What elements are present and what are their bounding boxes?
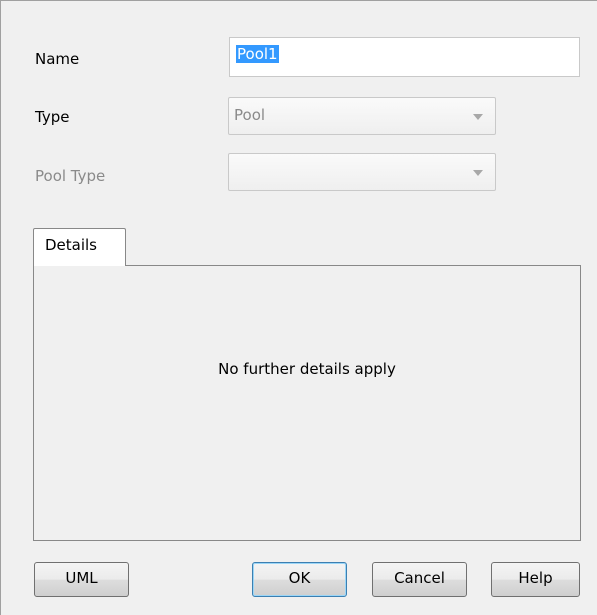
name-input-value: Pool1 <box>236 45 279 63</box>
chevron-down-icon <box>473 170 483 176</box>
chevron-down-icon <box>473 114 483 120</box>
name-label: Name <box>35 50 80 68</box>
pool-type-dropdown[interactable] <box>228 153 496 191</box>
name-input[interactable]: Pool1 <box>229 37 580 77</box>
pool-type-label: Pool Type <box>35 167 106 185</box>
ok-button[interactable]: OK <box>252 562 347 597</box>
details-panel: No further details apply <box>33 265 581 541</box>
tab-details-label: Details <box>45 236 98 254</box>
uml-button[interactable]: UML <box>34 562 129 597</box>
details-message: No further details apply <box>218 360 396 378</box>
type-dropdown-value: Pool <box>234 106 266 124</box>
help-button[interactable]: Help <box>491 562 580 597</box>
type-label: Type <box>35 108 70 126</box>
tab-details[interactable]: Details <box>33 228 126 266</box>
cancel-button[interactable]: Cancel <box>372 562 467 597</box>
type-dropdown[interactable]: Pool <box>228 97 496 135</box>
